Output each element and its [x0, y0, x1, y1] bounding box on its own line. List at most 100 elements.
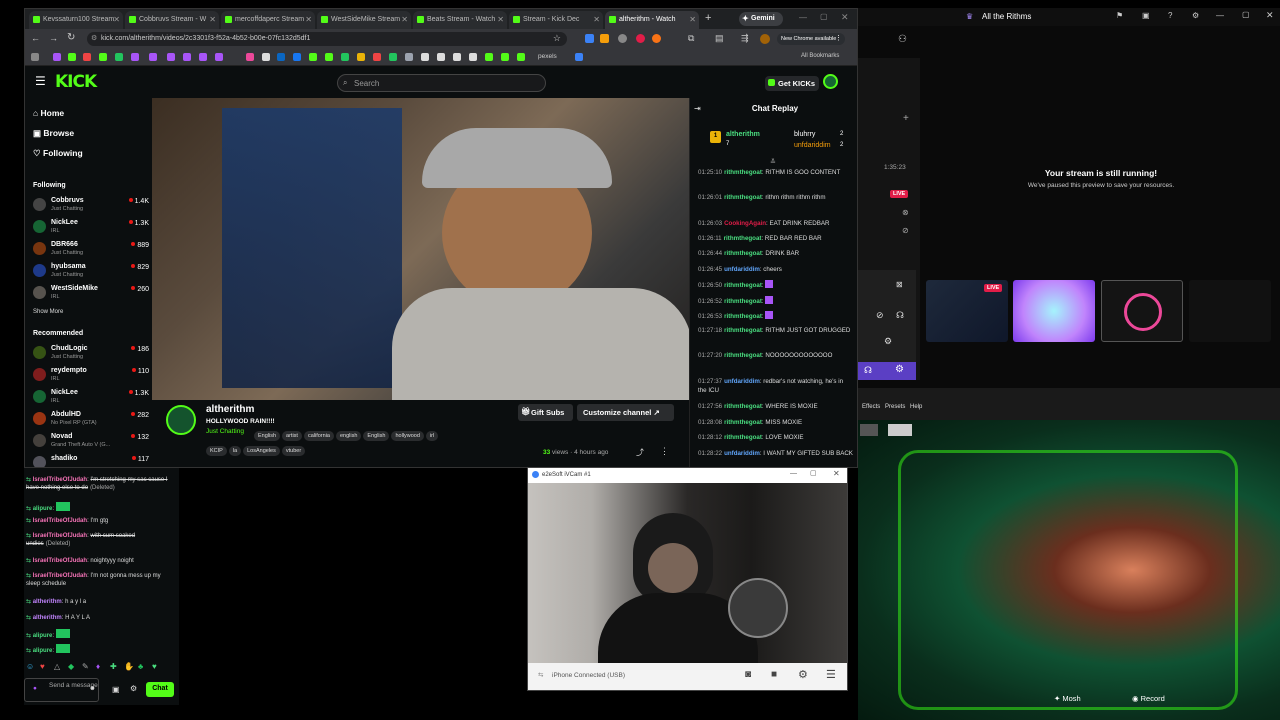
bookmark-icon[interactable] [501, 53, 509, 61]
message-user[interactable]: IsraelTribeOfJudah [33, 533, 87, 539]
browser-tab-3[interactable]: mercoffdaperc Stream ✕ [221, 11, 315, 29]
scene-thumbnail[interactable] [1013, 280, 1095, 342]
search-input[interactable]: ⌕ Search [337, 74, 546, 92]
recommended-channel[interactable]: Novad Grand Theft Auto V (G... 132 [33, 432, 149, 454]
update-chrome-button[interactable]: New Chrome available ⋮ [777, 33, 845, 45]
emoji-icon[interactable]: ☻ [89, 685, 96, 693]
menu-icon[interactable]: ☰ [35, 74, 46, 88]
maximize-icon[interactable]: ▢ [1242, 10, 1250, 19]
maximize-icon[interactable]: ▢ [810, 469, 817, 477]
bookmark-icon[interactable] [199, 53, 207, 61]
following-channel[interactable]: DBR666 Just Chatting 889 [33, 240, 149, 262]
close-icon[interactable]: ✕ [401, 15, 408, 24]
bookmark-icon[interactable] [357, 53, 365, 61]
emote-icon[interactable]: ♥ [152, 662, 157, 671]
menu-effects[interactable]: Effects [862, 404, 880, 410]
message-user[interactable]: rithmthegoat [724, 419, 762, 426]
close-icon[interactable]: ✕ [689, 15, 696, 24]
message-user[interactable]: CookingAgain [724, 220, 766, 227]
tag[interactable]: artist [282, 431, 302, 441]
thumb-icon[interactable] [888, 424, 912, 436]
bookmark-icon[interactable] [517, 53, 525, 61]
message-user[interactable]: rithmthegoat [724, 434, 762, 441]
message-user[interactable]: rithmthegoat [724, 194, 762, 201]
more-options-icon[interactable]: ⋮ [660, 446, 669, 457]
get-kicks-button[interactable]: Get KICKs [765, 76, 819, 91]
expand-icon[interactable]: ≚ [770, 158, 776, 166]
message-user[interactable]: rithmthegoat [724, 327, 762, 334]
close-window-icon[interactable]: ✕ [1266, 10, 1274, 21]
gift-subs-button[interactable]: 🎁︎ Gift Subs [518, 404, 573, 421]
video-record-icon[interactable]: ■ [771, 669, 777, 680]
bookmark-icon[interactable] [309, 53, 317, 61]
mute-icon[interactable]: ⊘ [902, 226, 909, 235]
message-user[interactable]: altherithm [33, 615, 62, 621]
menu-presets[interactable]: Presets [885, 404, 905, 410]
message-user[interactable]: rithmthegoat [724, 250, 762, 257]
headset-icon[interactable]: ☊ [896, 310, 904, 321]
message-user[interactable]: alipure [33, 506, 53, 512]
message-user[interactable]: unfdariddim [724, 378, 760, 385]
extension-icon[interactable] [636, 34, 645, 43]
settings-icon[interactable]: ⚙ [895, 364, 904, 375]
bookmark-icon[interactable] [325, 53, 333, 61]
message-user[interactable]: rithmthegoat [724, 235, 762, 242]
display-icon[interactable]: ▣ [1142, 11, 1150, 20]
bookmark-icon[interactable] [485, 53, 493, 61]
tag[interactable]: english [335, 431, 362, 441]
following-channel[interactable]: hyubsama Just Chatting 829 [33, 262, 149, 284]
people-icon[interactable]: ⚇ [898, 34, 907, 45]
browser-tab-7[interactable]: altherithm - Watch ✕ [605, 11, 699, 29]
tag[interactable]: la [228, 446, 242, 456]
reload-icon[interactable]: ↻ [67, 32, 75, 43]
message-user[interactable]: IsraelTribeOfJudah [33, 558, 87, 564]
leader-name[interactable]: unfdariddim [794, 142, 831, 149]
more-icon[interactable]: ⋮ [835, 34, 842, 42]
extension-icon[interactable] [652, 34, 661, 43]
bookmark-star-icon[interactable]: ☆ [553, 33, 561, 44]
mosh-button[interactable]: ✦ Mosh [1054, 694, 1081, 703]
xbox-icon[interactable]: ⊗ [902, 208, 909, 217]
message-user[interactable]: altherithm [33, 599, 62, 605]
message-user[interactable]: alipure [33, 633, 53, 639]
close-window-icon[interactable]: ✕ [841, 12, 849, 23]
message-user[interactable]: rithmthegoat [724, 298, 762, 305]
message-user[interactable]: IsraelTribeOfJudah [33, 573, 87, 579]
nav-home[interactable]: ⌂ Home [33, 108, 64, 118]
help-icon[interactable]: ? [1168, 11, 1172, 20]
bookmark-icon[interactable] [53, 53, 61, 61]
message-user[interactable]: unfdariddim [724, 266, 760, 273]
mixer-icon[interactable]: ⚙ [884, 336, 892, 347]
new-tab-icon[interactable]: + [705, 12, 711, 24]
close-icon[interactable]: ✕ [497, 15, 504, 24]
badge-icon[interactable]: ▣ [112, 685, 120, 694]
apps-icon[interactable] [31, 53, 39, 61]
kick-logo[interactable]: KICK [55, 72, 97, 92]
scene-thumbnail[interactable]: LIVE [926, 280, 1008, 342]
profile-avatar[interactable] [760, 34, 770, 44]
tag[interactable]: vtuber [281, 446, 306, 456]
close-icon[interactable]: ✕ [305, 15, 312, 24]
close-preview-icon[interactable]: ⊠ [896, 280, 903, 289]
channel-name[interactable]: altherithm [206, 404, 254, 415]
message-user[interactable]: IsraelTribeOfJudah [33, 477, 87, 483]
bookmark-icon[interactable] [215, 53, 223, 61]
category-link[interactable]: Just Chatting [206, 428, 244, 435]
settings-icon[interactable]: ⚙ [1192, 11, 1199, 20]
bookmark-icon[interactable] [115, 53, 123, 61]
recommended-channel[interactable]: NickLee IRL 1.3K [33, 388, 149, 410]
bookmark-icon[interactable] [373, 53, 381, 61]
recommended-channel[interactable]: ChudLogic Just Chatting 186 [33, 344, 149, 366]
browser-tab-6[interactable]: Stream - Kick Dec ✕ [509, 11, 603, 29]
emote-icon[interactable]: ◆ [68, 662, 74, 671]
bookmark-icon[interactable] [131, 53, 139, 61]
bookmark-icon[interactable] [167, 53, 175, 61]
tag[interactable]: LosAngeles [243, 446, 280, 456]
recommended-channel[interactable]: shadiko 117 [33, 454, 149, 467]
minimize-icon[interactable]: — [799, 13, 807, 22]
show-more-link[interactable]: Show More [33, 309, 63, 315]
bookmark-icon[interactable] [421, 53, 429, 61]
mic-muted-icon[interactable]: ⊘ [876, 310, 884, 321]
bookmark-icon[interactable] [469, 53, 477, 61]
bookmark-icon[interactable] [341, 53, 349, 61]
